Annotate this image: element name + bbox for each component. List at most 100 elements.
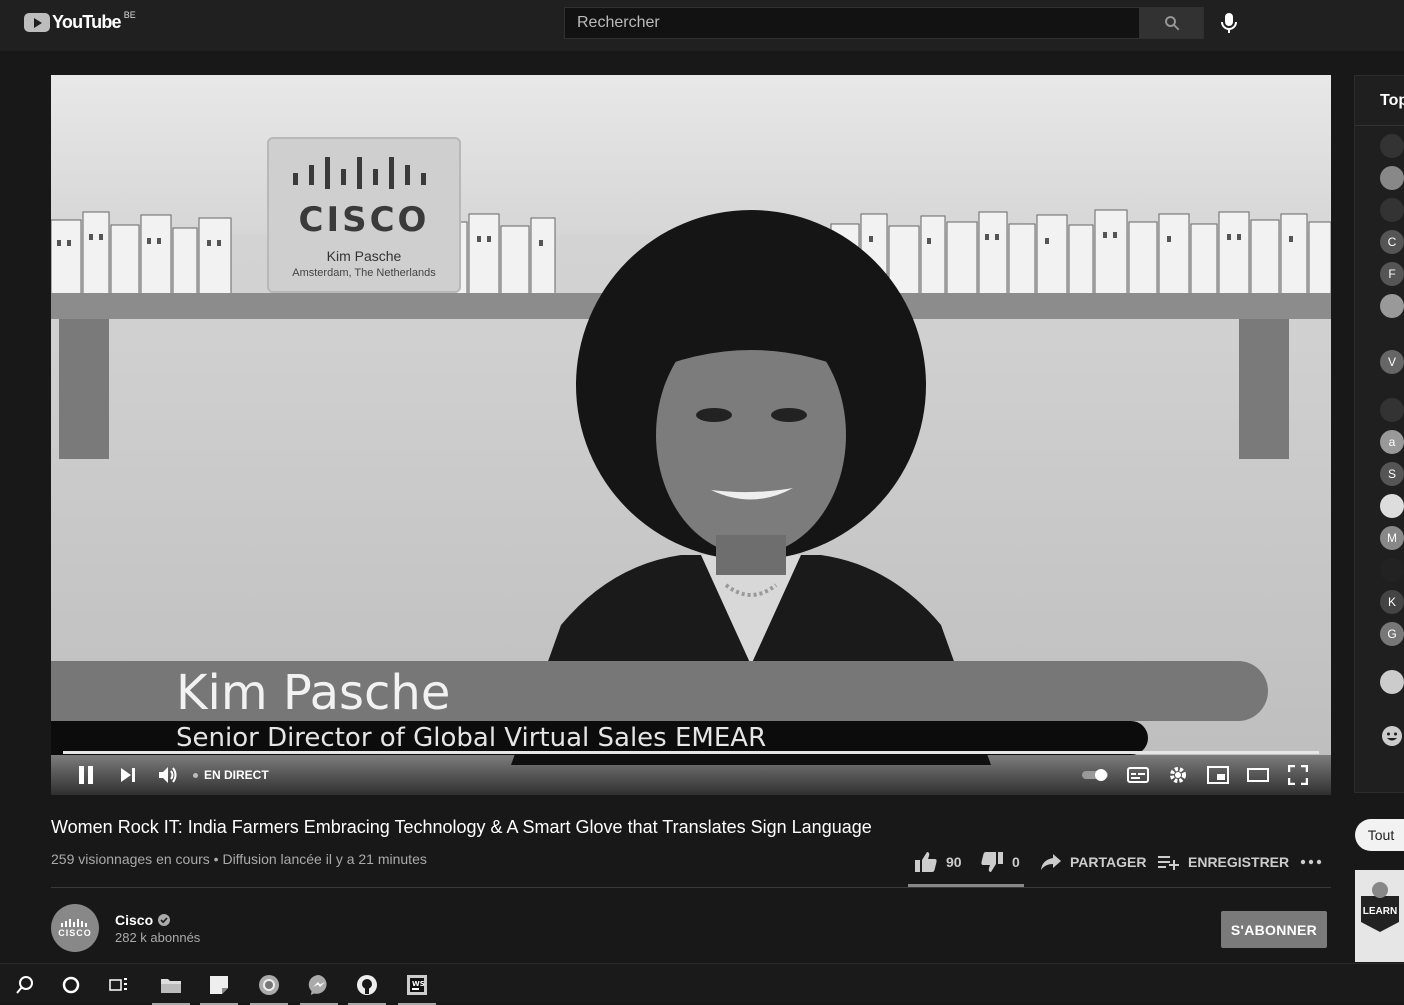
live-indicator[interactable]: EN DIRECT	[193, 768, 269, 782]
add-to-playlist-icon	[1158, 856, 1179, 870]
toggle-icon	[1082, 769, 1108, 781]
chat-avatar: K	[1380, 590, 1404, 614]
lower-third-role-bar: Senior Director of Global Virtual Sales …	[51, 721, 1148, 755]
pause-button[interactable]	[73, 763, 99, 787]
cisco-name-sign: CISCO Kim Pasche Amsterdam, The Netherla…	[267, 137, 461, 293]
miniplayer-icon	[1207, 766, 1229, 784]
youtube-play-icon	[24, 13, 50, 32]
video-player[interactable]: CISCO Kim Pasche Amsterdam, The Netherla…	[51, 75, 1331, 795]
search-icon[interactable]	[10, 970, 40, 1000]
search-placeholder: Rechercher	[577, 14, 660, 31]
theater-icon	[1247, 768, 1269, 782]
channel-name: Cisco	[115, 912, 154, 928]
theater-mode-button[interactable]	[1245, 763, 1271, 787]
autoplay-toggle[interactable]	[1081, 763, 1111, 787]
search-button[interactable]	[1139, 7, 1204, 39]
cortana-icon[interactable]	[56, 970, 86, 1000]
lower-third-name-bar: Kim Pasche	[51, 661, 1268, 721]
chat-header[interactable]: Top	[1380, 92, 1404, 110]
thumbs-up-icon	[915, 852, 937, 872]
chat-avatar: G	[1380, 622, 1404, 646]
messenger-icon[interactable]	[300, 970, 338, 1005]
more-actions-button[interactable]	[1300, 848, 1330, 876]
voice-search-button[interactable]	[1216, 10, 1242, 36]
lower-third-name: Kim Pasche	[176, 665, 451, 721]
country-code: BE	[123, 10, 136, 20]
chat-avatar: V	[1380, 350, 1404, 374]
chat-avatar	[1380, 134, 1404, 158]
fullscreen-button[interactable]	[1285, 763, 1311, 787]
share-button[interactable]: PARTAGER	[1040, 848, 1146, 876]
masthead: YouTube BE Rechercher	[0, 0, 1404, 51]
progress-fill	[63, 751, 1319, 754]
avatar-text: CISCO	[58, 928, 92, 938]
shelf-bracket-right	[1239, 319, 1289, 459]
chat-avatar	[1380, 398, 1404, 422]
volume-icon	[159, 767, 177, 783]
chat-avatar: a	[1380, 430, 1404, 454]
progress-bar[interactable]	[63, 751, 1319, 754]
sticky-notes-icon[interactable]	[200, 970, 238, 1005]
player-controls: EN DIRECT	[51, 755, 1331, 795]
cisco-bars-logo	[293, 157, 426, 189]
cisco-logo-icon	[61, 919, 87, 927]
thumbs-down-icon	[981, 852, 1003, 872]
dislike-button[interactable]: 0	[980, 848, 1020, 876]
chat-avatar: M	[1380, 526, 1404, 550]
dislike-count: 0	[1012, 854, 1020, 870]
save-button[interactable]: ENREGISTRER	[1158, 848, 1289, 876]
subtitles-button[interactable]	[1125, 763, 1151, 787]
lower-third-role: Senior Director of Global Virtual Sales …	[176, 723, 767, 753]
next-icon	[121, 768, 135, 782]
gear-icon	[1170, 767, 1186, 783]
chat-header-divider	[1355, 125, 1404, 126]
shelf-bracket-left	[59, 319, 109, 459]
emoji-button[interactable]	[1380, 724, 1404, 748]
like-button[interactable]: 90	[914, 848, 962, 876]
share-icon	[1041, 854, 1061, 870]
chat-avatar: S	[1380, 462, 1404, 486]
live-chat-panel: Top C F V a S M K G	[1354, 75, 1404, 793]
info-divider	[51, 887, 1331, 888]
task-view-icon[interactable]	[104, 970, 134, 1000]
video-meta: 259 visionnages en cours • Diffusion lan…	[51, 851, 427, 867]
chat-avatar	[1380, 670, 1404, 694]
chat-avatar	[1380, 166, 1404, 190]
next-button[interactable]	[115, 763, 141, 787]
chat-avatar	[1380, 198, 1404, 222]
youtube-logo[interactable]: YouTube BE	[24, 10, 136, 33]
promo-text: LEARN	[1363, 906, 1397, 917]
sign-name: Kim Pasche	[326, 248, 402, 264]
chat-avatar	[1380, 494, 1404, 518]
volume-button[interactable]	[155, 763, 181, 787]
search-input[interactable]: Rechercher	[564, 7, 1140, 39]
microphone-icon	[1221, 13, 1237, 33]
channel-name-link[interactable]: Cisco	[115, 912, 171, 928]
search-icon	[1164, 16, 1179, 31]
live-label: EN DIRECT	[204, 768, 269, 782]
chat-avatar: F	[1380, 262, 1404, 286]
channel-avatar[interactable]: CISCO	[51, 904, 99, 952]
logo-text: YouTube	[52, 12, 122, 32]
miniplayer-button[interactable]	[1205, 763, 1231, 787]
promo-thumbnail[interactable]: LEARN	[1355, 870, 1404, 962]
chat-avatar: C	[1380, 230, 1404, 254]
chrome-icon[interactable]	[250, 970, 288, 1005]
chat-avatar	[1380, 558, 1404, 582]
svg-text:WS: WS	[412, 980, 425, 988]
settings-button[interactable]	[1165, 763, 1191, 787]
smiley-icon	[1382, 726, 1402, 746]
live-dot	[193, 772, 198, 778]
video-title: Women Rock IT: India Farmers Embracing T…	[51, 817, 872, 837]
verified-icon	[158, 914, 171, 926]
learn-badge-icon: LEARN	[1355, 870, 1404, 962]
save-label: ENREGISTRER	[1188, 854, 1290, 870]
sign-location: Amsterdam, The Netherlands	[292, 267, 436, 279]
webstorm-icon[interactable]: WS	[398, 970, 436, 1005]
file-explorer-icon[interactable]	[152, 970, 190, 1005]
github-icon[interactable]	[348, 970, 386, 1005]
subscriber-count: 282 k abonnés	[115, 930, 201, 945]
filter-chip-all[interactable]: Tout	[1355, 819, 1404, 851]
subtitles-icon	[1127, 767, 1149, 783]
subscribe-button[interactable]: S'ABONNER	[1221, 911, 1327, 948]
